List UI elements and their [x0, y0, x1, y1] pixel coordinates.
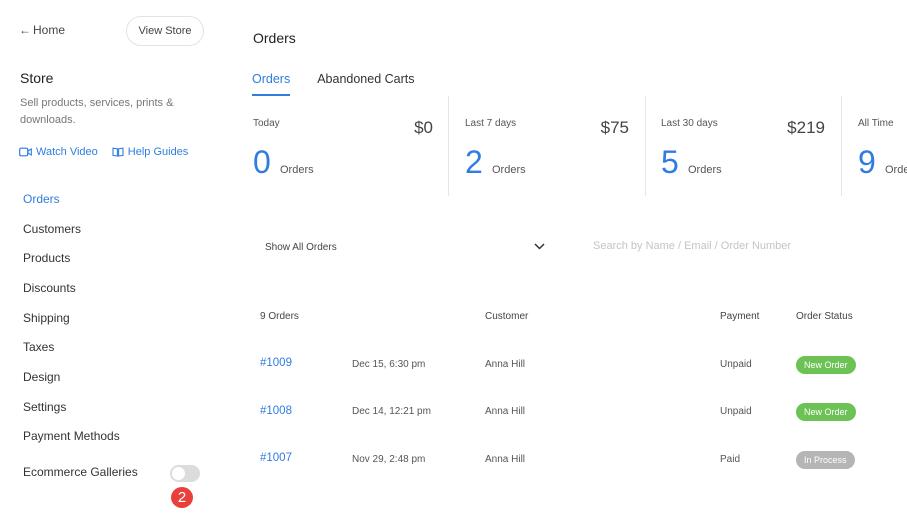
- order-date: Dec 14, 12:21 pm: [352, 406, 431, 417]
- order-payment: Unpaid: [720, 359, 752, 370]
- sidebar-nav: Orders Customers Products Discounts Ship…: [23, 184, 120, 451]
- sidebar-item-shipping[interactable]: Shipping: [23, 303, 120, 333]
- home-label: Home: [33, 23, 66, 37]
- watch-video-link[interactable]: Watch Video: [19, 146, 98, 158]
- order-id-link[interactable]: #1007: [260, 452, 292, 464]
- view-store-button[interactable]: View Store: [126, 16, 204, 46]
- stat-amount: $75: [600, 118, 629, 137]
- stat-divider: [841, 96, 842, 196]
- stat-last-30-days: Last 30 days $219 5 Orders: [661, 96, 825, 196]
- stat-label: Last 30 days: [661, 118, 718, 129]
- sidebar-item-design[interactable]: Design: [23, 362, 120, 392]
- toggle-knob: [172, 467, 185, 480]
- order-status-header: Order Status: [796, 311, 853, 322]
- sidebar-item-customers[interactable]: Customers: [23, 214, 120, 244]
- stat-count: 9: [858, 144, 876, 180]
- stat-today: Today $0 0 Orders: [253, 96, 433, 196]
- order-id-link[interactable]: #1008: [260, 405, 292, 417]
- help-guides-label: Help Guides: [127, 146, 189, 158]
- sidebar: ← Home View Store Store Sell products, s…: [0, 0, 225, 528]
- stat-unit: Orders: [280, 164, 314, 176]
- stat-divider: [448, 96, 449, 196]
- order-payment: Paid: [720, 454, 741, 465]
- chevron-down-icon: [534, 242, 545, 253]
- order-payment: Unpaid: [720, 406, 752, 417]
- stat-amount: $0: [414, 118, 433, 137]
- sidebar-item-products[interactable]: Products: [23, 243, 120, 273]
- store-description: Sell products, services, prints & downlo…: [20, 97, 174, 126]
- stat-label: All Time: [858, 118, 894, 129]
- stat-divider: [645, 96, 646, 196]
- stat-amount: $219: [787, 118, 825, 137]
- home-link[interactable]: ← Home: [19, 23, 65, 37]
- sidebar-item-discounts[interactable]: Discounts: [23, 273, 120, 303]
- stat-last-7-days: Last 7 days $75 2 Orders: [465, 96, 629, 196]
- book-icon: [112, 147, 124, 157]
- stat-unit: Orders: [492, 164, 526, 176]
- order-filter-value: Show All Orders: [265, 242, 337, 253]
- orders-count-header: 9 Orders: [260, 311, 299, 322]
- sidebar-item-payment-methods[interactable]: Payment Methods: [23, 422, 120, 452]
- tab-orders[interactable]: Orders: [252, 72, 291, 96]
- stat-unit: Orders: [688, 164, 722, 176]
- stat-all-time: All Time 9 Orders: [858, 96, 907, 196]
- help-guides-link[interactable]: Help Guides: [112, 146, 189, 158]
- sidebar-item-orders[interactable]: Orders: [23, 184, 120, 214]
- order-id-link[interactable]: #1009: [260, 357, 292, 369]
- video-camera-icon: [19, 147, 32, 157]
- ecommerce-galleries-label: Ecommerce Galleries: [23, 465, 138, 479]
- stat-count: 0: [253, 144, 271, 180]
- payment-header: Payment: [720, 311, 760, 322]
- status-badge: New Order: [796, 403, 856, 421]
- store-title: Store: [20, 70, 54, 86]
- help-links: Watch Video Help Guides: [19, 146, 188, 158]
- order-date: Dec 15, 6:30 pm: [352, 359, 426, 370]
- stat-count: 2: [465, 144, 483, 180]
- arrow-left-icon: ←: [19, 23, 31, 37]
- stat-label: Today: [253, 118, 280, 129]
- status-badge: New Order: [796, 356, 856, 374]
- order-filter-select[interactable]: Show All Orders: [265, 242, 545, 253]
- watch-video-label: Watch Video: [36, 146, 98, 158]
- order-customer: Anna Hill: [485, 406, 526, 417]
- stat-count: 5: [661, 144, 679, 180]
- search-input[interactable]: [593, 240, 893, 252]
- order-date: Nov 29, 2:48 pm: [352, 454, 426, 465]
- notification-badge: 2: [171, 487, 193, 508]
- stat-unit: Orders: [885, 164, 907, 176]
- order-customer: Anna Hill: [485, 359, 526, 370]
- sidebar-item-settings[interactable]: Settings: [23, 392, 120, 422]
- ecommerce-galleries-toggle[interactable]: [170, 465, 200, 482]
- tab-bar: Orders Abandoned Carts: [252, 72, 415, 96]
- status-badge: In Process: [796, 451, 855, 469]
- page-title: Orders: [253, 30, 296, 46]
- tab-abandoned-carts[interactable]: Abandoned Carts: [317, 72, 414, 96]
- customer-header: Customer: [485, 311, 529, 322]
- order-customer: Anna Hill: [485, 454, 526, 465]
- stat-label: Last 7 days: [465, 118, 517, 129]
- sidebar-item-taxes[interactable]: Taxes: [23, 332, 120, 362]
